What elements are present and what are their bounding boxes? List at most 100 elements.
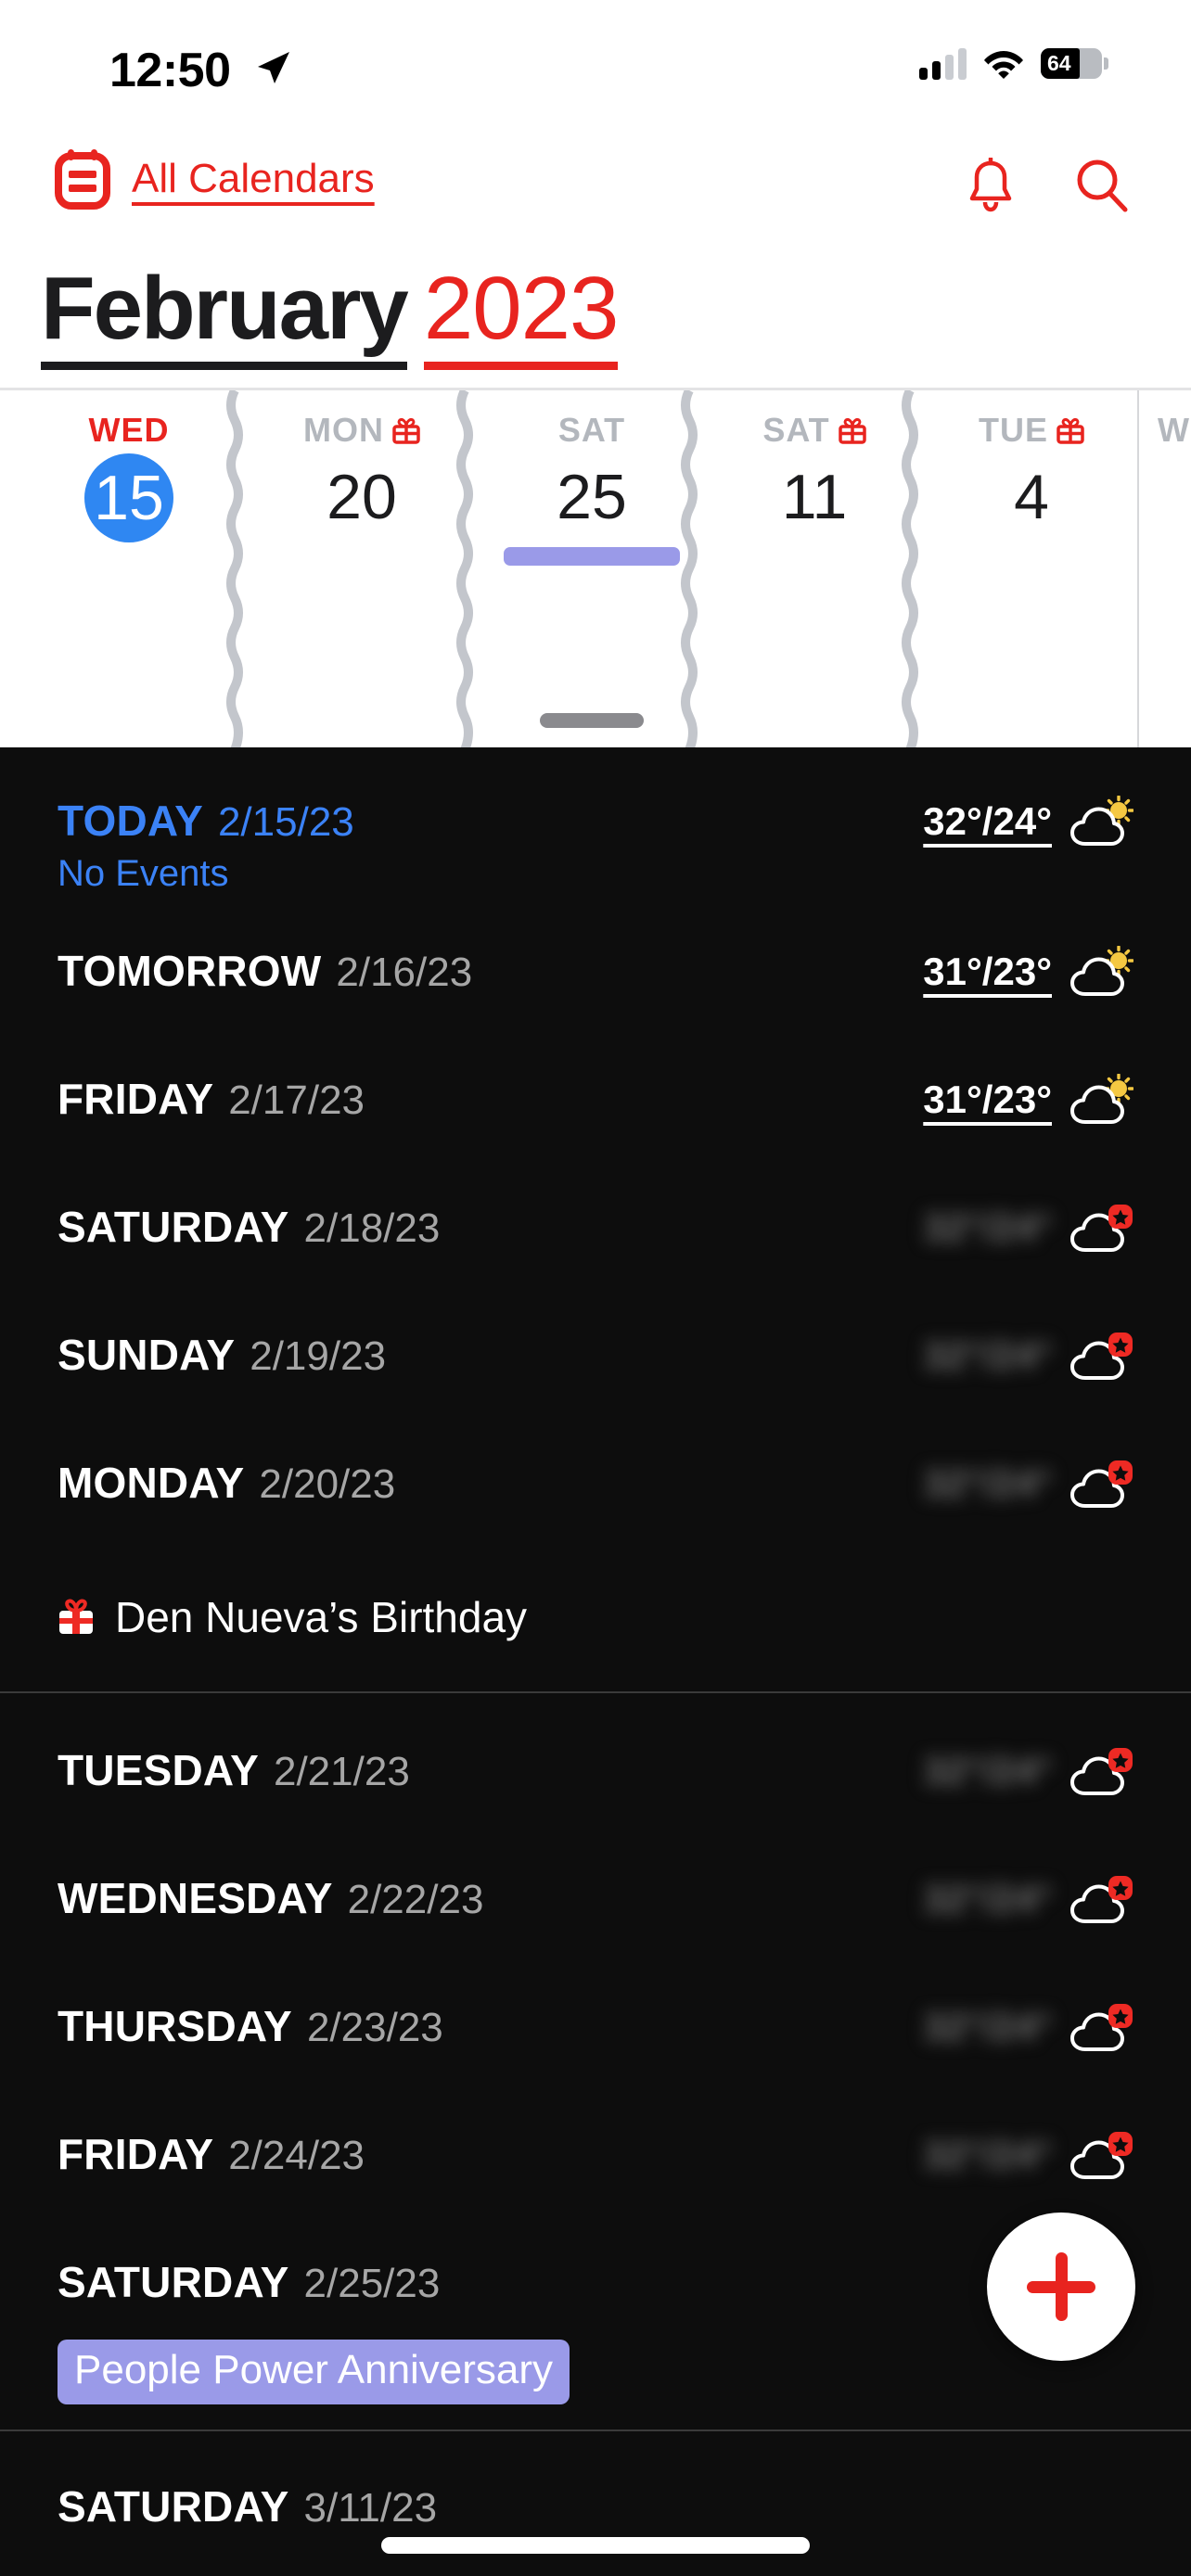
section-divider [0,2429,1191,2431]
status-bar: 12:50 64 [0,0,1191,137]
bell-icon[interactable] [965,158,1017,215]
status-bar-indicators: 64 [919,46,1108,80]
agenda-row-weather-locked[interactable]: 32°/24° [923,1458,1133,1510]
agenda-row-day: TODAY [58,797,203,845]
section-divider [0,1691,1191,1693]
agenda-row-temp: 32°/24° [923,799,1052,843]
location-arrow-icon [258,52,289,83]
wifi-icon [984,51,1023,79]
agenda-row-weather[interactable]: 31°/23° [923,1074,1133,1126]
agenda-row-weather[interactable]: 32°/24° [923,796,1133,848]
agenda-row-day: FRIDAY [58,2130,214,2178]
gift-icon [392,418,420,444]
column-separator-wavy [456,390,473,747]
agenda-event-label: Den Nueva’s Birthday [115,1593,528,1641]
home-indicator[interactable] [381,2537,810,2554]
agenda-row-saturday-18[interactable]: SATURDAY 2/18/23 32°/24° [0,1202,1191,1276]
agenda-event-birthday[interactable]: Den Nueva’s Birthday [0,1582,1191,1652]
agenda-row-tomorrow[interactable]: TOMORROW 2/16/23 31°/23° [0,946,1191,1020]
app-screen: 12:50 64 All Calendars February 2023 WED… [0,0,1191,2576]
all-calendars-button[interactable]: All Calendars [54,148,375,210]
date-column-dow: SAT [762,411,866,450]
agenda-row-date: 2/20/23 [259,1461,396,1507]
column-separator-line [1137,390,1139,747]
cloud-sun-icon [1070,1074,1133,1124]
gift-icon [59,1599,93,1634]
date-column-sat-25[interactable]: SAT 25 [480,390,703,747]
agenda-row-day: SATURDAY [58,2258,289,2306]
agenda-row-day: SUNDAY [58,1331,236,1379]
page-title[interactable]: February 2023 [0,258,1191,388]
cellular-signal-icon [919,46,967,80]
nav-actions [965,158,1130,215]
navigation-bar: All Calendars [0,137,1191,249]
agenda-row-date: 2/25/23 [303,2261,441,2306]
agenda-row-weather-locked[interactable]: 32°/24° [923,1745,1133,1797]
cloud-star-locked-icon [1070,1876,1133,1923]
agenda-row-day: MONDAY [58,1459,245,1507]
agenda-row-date: 3/11/23 [303,2485,438,2531]
date-column-dow: W [1158,411,1190,449]
agenda-row-monday-20[interactable]: MONDAY 2/20/23 32°/24° [0,1458,1191,1532]
cloud-sun-icon [1070,796,1133,846]
agenda-row-day: WEDNESDAY [58,1874,333,1922]
cloud-sun-icon [1070,946,1133,996]
cloud-star-locked-icon [1070,1205,1133,1252]
agenda-row-day: SATURDAY [58,1203,289,1251]
date-column-day: 20 [327,462,397,532]
agenda-event-anniversary[interactable]: People Power Anniversary [0,2335,1191,2409]
agenda-row-weather-locked[interactable]: 32°/24° [923,1202,1133,1254]
agenda-row-weather[interactable]: 31°/23° [923,946,1133,998]
agenda-row-date: 2/23/23 [306,2005,443,2050]
date-column-dow: WED [88,411,170,449]
agenda-row-date: 2/24/23 [228,2133,365,2178]
agenda-row-wednesday-22[interactable]: WEDNESDAY 2/22/23 32°/24° [0,1873,1191,1947]
column-separator-wavy [681,390,698,747]
agenda-row-friday-24[interactable]: FRIDAY 2/24/23 32°/24° [0,2129,1191,2203]
cloud-star-locked-icon [1070,1460,1133,1508]
agenda-row-temp-blurred: 32°/24° [923,2005,1052,2048]
agenda-row-weather-locked[interactable]: 32°/24° [923,2129,1133,2181]
date-column-day: 25 [557,462,627,532]
all-calendars-label: All Calendars [132,156,375,201]
agenda-row-day: THURSDAY [58,2002,292,2050]
date-column-partial[interactable]: W [1146,390,1191,747]
gift-icon [838,418,866,444]
agenda-row-thursday-23[interactable]: THURSDAY 2/23/23 32°/24° [0,2001,1191,2075]
agenda-row-sunday-19[interactable]: SUNDAY 2/19/23 32°/24° [0,1330,1191,1404]
agenda-row-tuesday-21[interactable]: TUESDAY 2/21/23 32°/24° [0,1745,1191,1819]
agenda-row-friday[interactable]: FRIDAY 2/17/23 31°/23° [0,1074,1191,1148]
date-column-dow: TUE [979,411,1084,450]
agenda-row-temp-blurred: 32°/24° [923,1877,1052,1920]
agenda-row-temp: 31°/23° [923,1078,1052,1121]
date-strip[interactable]: WED 15 MON 20 SAT 25 SAT 11 TUE 4 W [0,388,1191,747]
date-column-dow: SAT [557,411,626,449]
agenda-row-subtitle: No Events [58,853,229,894]
column-separator-wavy [902,390,918,747]
agenda-row-temp-blurred: 32°/24° [923,1205,1052,1249]
agenda-row-date: 2/22/23 [347,1877,484,1922]
date-column-dow: MON [303,411,420,450]
date-column-sat-11[interactable]: SAT 11 [703,390,926,747]
agenda-row-today[interactable]: TODAY 2/15/23 32°/24° No Events [0,796,1191,898]
agenda-row-date: 2/17/23 [228,1078,365,1123]
date-column-wed-15[interactable]: WED 15 [0,390,258,747]
column-separator-wavy [226,390,243,747]
agenda-row-temp-blurred: 32°/24° [923,2133,1052,2176]
agenda-row-weather-locked[interactable]: 32°/24° [923,2001,1133,2053]
title-year: 2023 [423,258,619,370]
cloud-star-locked-icon [1070,1748,1133,1795]
gift-icon [1057,418,1084,444]
search-icon[interactable] [1074,158,1130,215]
agenda-row-date: 2/19/23 [250,1333,387,1379]
add-event-button[interactable] [987,2213,1135,2361]
agenda-row-weather-locked[interactable]: 32°/24° [923,1330,1133,1382]
date-column-mon-20[interactable]: MON 20 [250,390,473,747]
agenda-row-date: 2/15/23 [217,799,354,845]
cloud-star-locked-icon [1070,2132,1133,2179]
date-column-tue-4[interactable]: TUE 4 [924,390,1139,747]
agenda-row-weather-locked[interactable]: 32°/24° [923,1873,1133,1925]
drag-handle[interactable] [540,713,644,728]
date-column-event-bar [504,547,680,567]
agenda-row-date: 2/21/23 [273,1749,410,1794]
